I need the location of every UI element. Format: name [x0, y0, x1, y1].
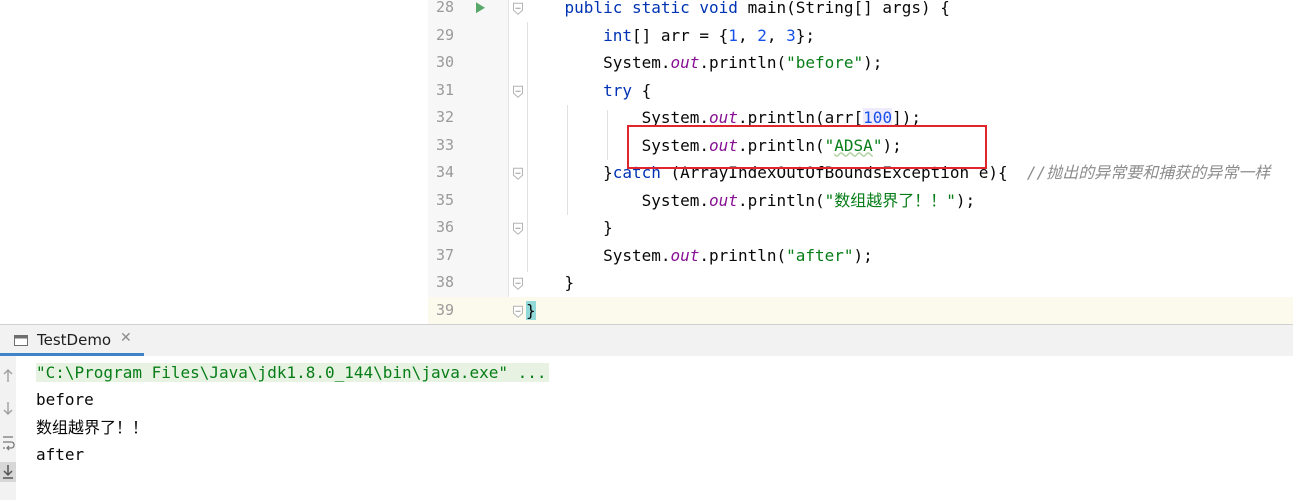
run-tool-window-header: TestDemo ✕: [0, 324, 1293, 356]
code-text[interactable]: System.out.println("after");: [526, 242, 873, 270]
console-text: after: [36, 444, 85, 464]
scroll-to-end-icon[interactable]: [0, 462, 16, 482]
code-token: );: [853, 245, 873, 265]
line-number: 34: [435, 163, 454, 181]
console-icon: [14, 335, 28, 346]
code-text[interactable]: int[] arr = {1, 2, 3};: [526, 22, 815, 50]
code-token: .println(: [737, 190, 825, 210]
code-token: out: [670, 245, 700, 265]
code-token: ,: [766, 25, 787, 45]
code-token: public static void: [564, 0, 748, 17]
code-text[interactable]: try {: [526, 77, 651, 105]
code-token: "数组越界了！！": [824, 190, 956, 210]
code-text[interactable]: }: [526, 297, 536, 325]
code-token: out: [709, 190, 738, 210]
code-token: //抛出的异常要和捕获的异常一样: [1026, 163, 1271, 182]
code-text[interactable]: }: [526, 214, 613, 242]
code-line[interactable]: 36 }: [428, 214, 1293, 242]
code-token: "after": [786, 245, 854, 265]
left-blank-area: [0, 0, 428, 324]
code-line[interactable]: 37 System.out.println("after");: [428, 242, 1293, 270]
code-token: }: [526, 218, 613, 237]
code-token: }: [526, 300, 536, 320]
fold-marker-icon[interactable]: [512, 0, 524, 22]
line-number: 36: [435, 218, 454, 236]
code-token: 1: [728, 25, 738, 45]
indent-guide: [607, 110, 608, 160]
line-number: 32: [435, 108, 454, 126]
code-text[interactable]: public static void main(String[] args) {: [526, 0, 950, 22]
code-token: }: [526, 163, 613, 182]
code-text[interactable]: System.out.println("before");: [526, 49, 882, 77]
code-token: ,: [737, 25, 758, 45]
code-token: int: [603, 25, 632, 45]
tab-label: TestDemo: [37, 331, 112, 349]
console-output-line: 数组越界了！！: [36, 414, 148, 441]
line-number: 33: [435, 135, 454, 154]
code-token: 2: [757, 25, 767, 45]
code-token: "before": [786, 53, 864, 72]
code-token: out: [670, 53, 700, 72]
console-command-line: "C:\Program Files\Java\jdk1.8.0_144\bin\…: [36, 359, 549, 386]
line-number: 31: [435, 80, 454, 99]
code-token: [] arr = {: [631, 25, 729, 45]
line-number: 28: [435, 0, 454, 16]
fold-marker-icon[interactable]: [512, 214, 524, 242]
code-line[interactable]: 28 public static void main(String[] args…: [428, 0, 1293, 22]
code-line[interactable]: 39}: [428, 296, 1293, 325]
fold-marker-icon[interactable]: [512, 77, 524, 105]
code-token: main(String[] args) {: [747, 0, 950, 17]
code-token: }: [526, 273, 575, 292]
run-icon[interactable]: [474, 0, 486, 22]
code-token: .println(: [699, 53, 787, 72]
line-number: 30: [435, 53, 454, 71]
code-token: );: [863, 53, 883, 72]
code-token: );: [955, 190, 976, 210]
code-token: 3: [786, 25, 796, 45]
code-token: System.: [526, 53, 671, 72]
code-token: {: [631, 80, 652, 100]
code-token: System.: [526, 190, 710, 210]
soft-wrap-icon[interactable]: [0, 432, 16, 452]
line-number: 37: [435, 245, 454, 264]
code-line[interactable]: 35 System.out.println("数组越界了！！");: [428, 187, 1293, 215]
line-number: 35: [435, 190, 454, 209]
console-output-line: before: [36, 386, 94, 413]
tab-testdemo[interactable]: TestDemo ✕: [0, 325, 144, 356]
console-output-line: after: [36, 441, 84, 468]
fold-marker-icon[interactable]: [512, 297, 524, 325]
code-token: System.: [526, 245, 671, 265]
code-line[interactable]: 29 int[] arr = {1, 2, 3};: [428, 22, 1293, 50]
arrow-up-icon[interactable]: [0, 366, 16, 386]
console-side-toolbar: [0, 356, 16, 500]
arrow-down-icon[interactable]: [0, 398, 16, 418]
line-number: 38: [435, 273, 454, 291]
code-line[interactable]: 30 System.out.println("before");: [428, 49, 1293, 77]
code-token: try: [603, 80, 632, 100]
console-text: before: [36, 390, 94, 410]
close-icon[interactable]: ✕: [120, 330, 132, 346]
code-token: .println(: [699, 245, 787, 265]
console-output[interactable]: "C:\Program Files\Java\jdk1.8.0_144\bin\…: [16, 356, 1293, 500]
code-text[interactable]: System.out.println("数组越界了！！");: [526, 187, 976, 215]
indent-guide: [527, 22, 528, 272]
code-line[interactable]: 31 try {: [428, 77, 1293, 105]
console-text: 数组越界了！！: [36, 417, 149, 437]
code-text[interactable]: }: [526, 269, 575, 297]
annotation-highlight-box: [627, 125, 987, 169]
code-line[interactable]: 38 }: [428, 269, 1293, 297]
fold-marker-icon[interactable]: [512, 269, 524, 297]
line-number: 29: [435, 25, 454, 44]
code-token: };: [795, 25, 816, 45]
fold-marker-icon[interactable]: [512, 159, 524, 187]
line-number: 39: [435, 300, 454, 319]
console-text: "C:\Program Files\Java\jdk1.8.0_144\bin\…: [36, 363, 549, 382]
indent-guide: [567, 105, 568, 215]
